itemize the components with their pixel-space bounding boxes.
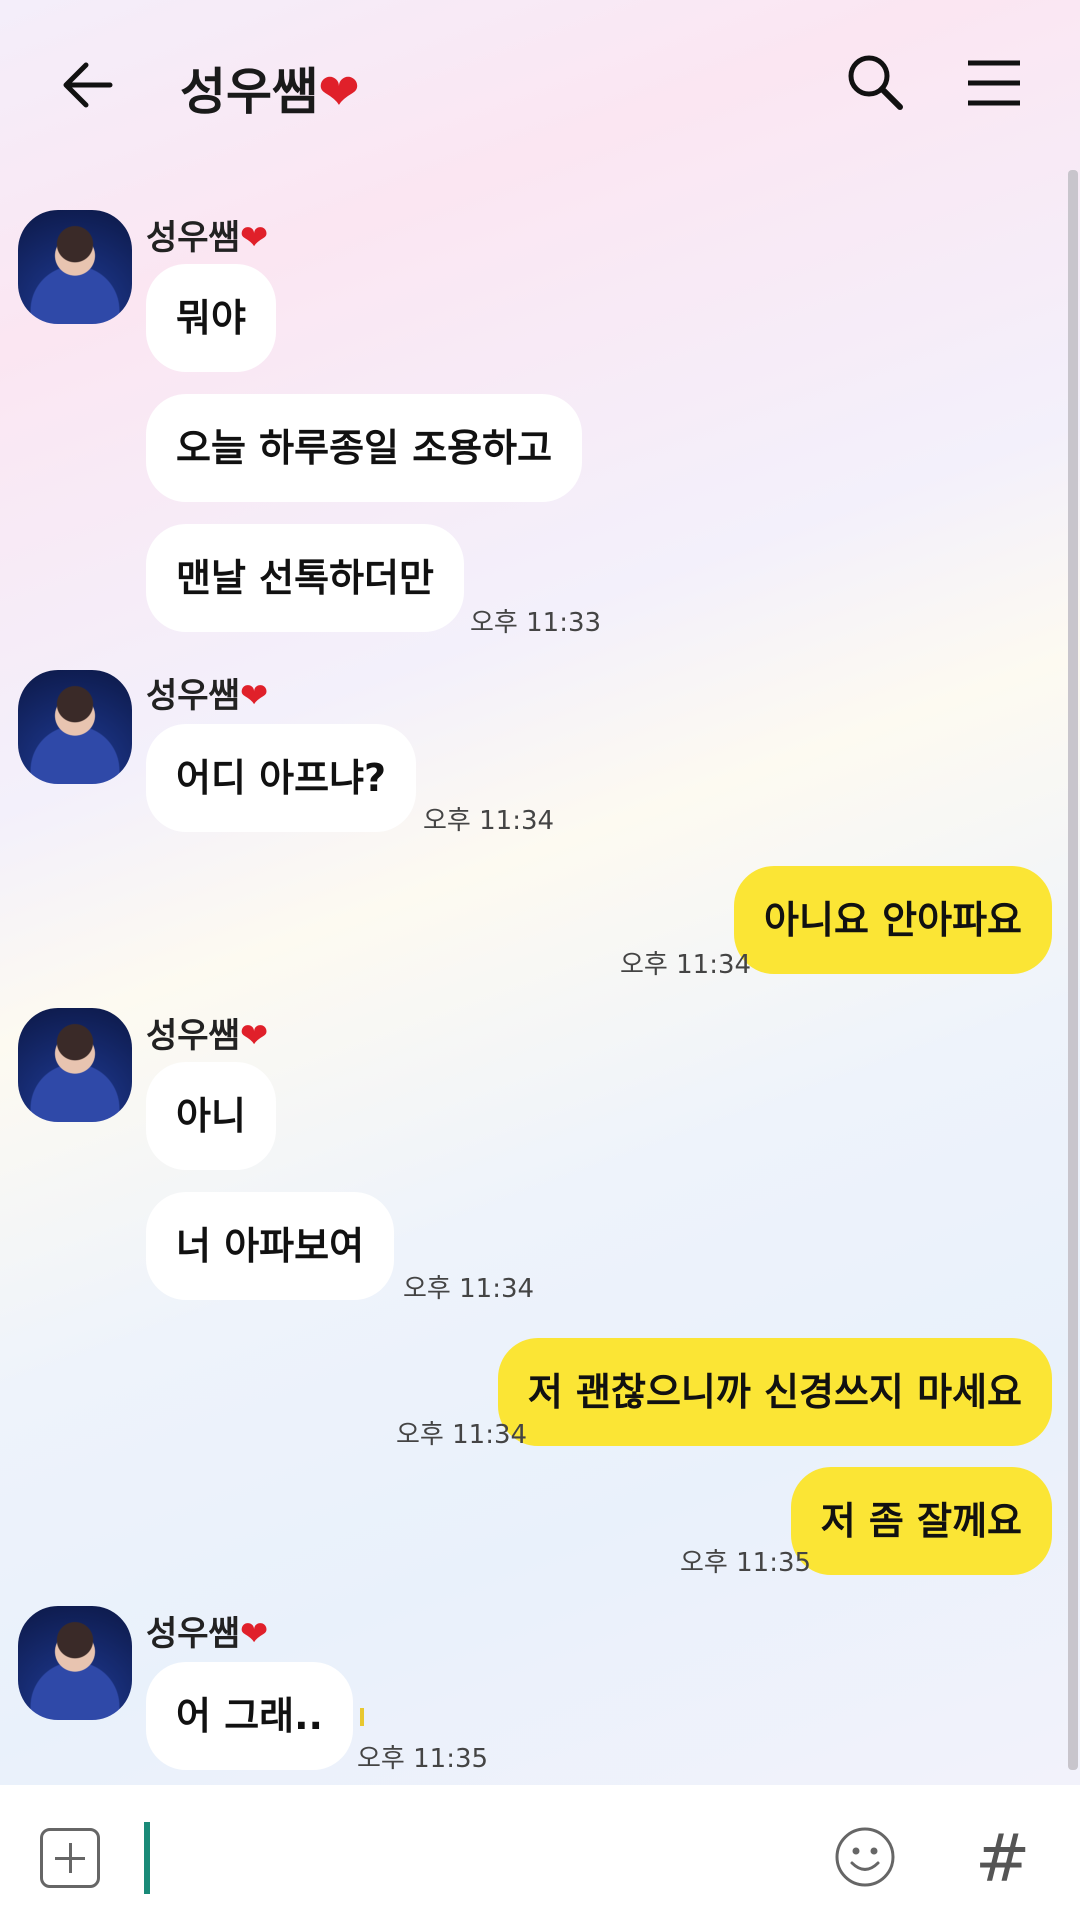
my-message-bubble[interactable]: 저 괜찮으니까 신경쓰지 마세요	[497, 1338, 1052, 1446]
sender-name: 성우쌤❤	[146, 668, 268, 717]
avatar[interactable]	[18, 670, 132, 784]
avatar[interactable]	[18, 1606, 132, 1720]
my-message-bubble[interactable]: 아니요 안아파요	[734, 866, 1052, 974]
message-time: 오후 11:34	[620, 950, 752, 980]
message-bubble[interactable]: 어 그래..	[146, 1662, 353, 1770]
hashtag-button[interactable]: #	[975, 1820, 1030, 1897]
message-time: 오후 11:34	[396, 1420, 528, 1450]
message-time: 오후 11:34	[403, 1274, 535, 1304]
message-time: 오후 11:34	[423, 806, 555, 836]
sender-name: 성우쌤❤	[146, 210, 268, 259]
sender-name-text: 성우쌤	[146, 218, 240, 258]
message-bubble[interactable]: 어디 아프냐?	[146, 724, 417, 832]
message-bubble[interactable]: 뭐야	[146, 264, 276, 372]
message-bubble[interactable]: 맨날 선톡하더만	[146, 524, 464, 632]
heart-icon: ❤	[239, 218, 269, 258]
avatar[interactable]	[18, 210, 132, 324]
heart-icon: ❤	[239, 1016, 269, 1056]
message-list: 성우쌤❤ 뭐야 오늘 하루종일 조용하고 맨날 선톡하더만 오후 11:33 성…	[0, 0, 1080, 1780]
sender-name-text: 성우쌤	[146, 1016, 240, 1056]
message-input[interactable]	[160, 1815, 804, 1903]
emoji-icon[interactable]	[834, 1826, 896, 1888]
sender-name-text: 성우쌤	[146, 1614, 240, 1654]
sender-name: 성우쌤❤	[146, 1008, 268, 1057]
add-attachment-button[interactable]	[40, 1828, 100, 1888]
heart-icon: ❤	[239, 676, 269, 716]
avatar[interactable]	[18, 1008, 132, 1122]
message-time: 오후 11:33	[470, 608, 602, 638]
message-bubble[interactable]: 너 아파보여	[146, 1192, 395, 1300]
message-time: 오후 11:35	[357, 1744, 489, 1774]
message-bubble[interactable]: 오늘 하루종일 조용하고	[146, 394, 583, 502]
message-bubble[interactable]: 아니	[146, 1062, 276, 1170]
heart-icon: ❤	[239, 1614, 269, 1654]
sender-name: 성우쌤❤	[146, 1606, 268, 1655]
message-time: 오후 11:35	[680, 1548, 812, 1578]
text-cursor	[144, 1822, 150, 1894]
my-message-bubble[interactable]: 저 좀 잘께요	[790, 1467, 1052, 1575]
sender-name-text: 성우쌤	[146, 676, 240, 716]
unread-marker	[360, 1708, 364, 1726]
